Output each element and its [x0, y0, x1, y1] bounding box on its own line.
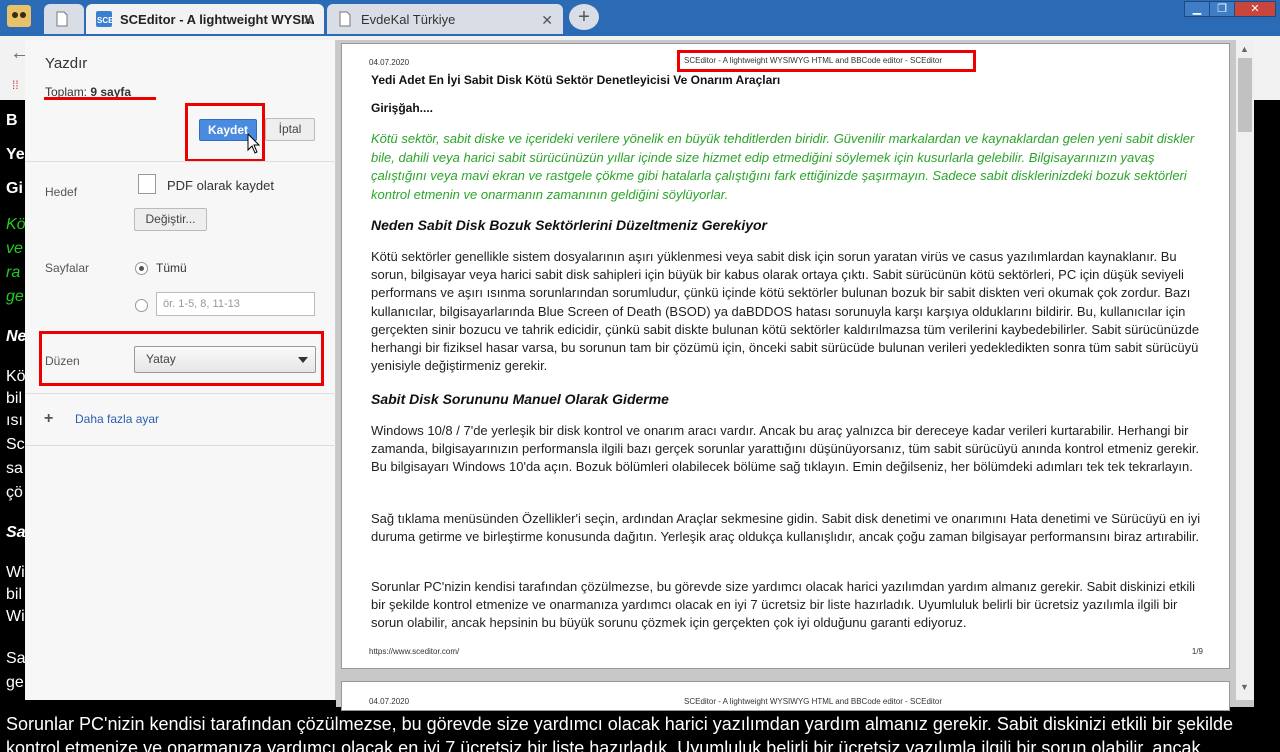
tab-label: SCEditor - A lightweight WYSIWYG	[120, 11, 314, 27]
preview-heading: Neden Sabit Disk Bozuk Sektörlerini Düze…	[371, 217, 767, 233]
page-fragment: ısı	[6, 412, 23, 429]
page-fragment: bil	[6, 586, 23, 603]
sceditor-icon: SCE	[96, 11, 112, 27]
close-tab-icon[interactable]: ✕	[302, 12, 314, 29]
change-destination-button[interactable]: Değiştir...	[134, 208, 207, 231]
layout-value: Yatay	[146, 352, 176, 366]
more-settings-link[interactable]: Daha fazla ayar	[75, 412, 159, 426]
scroll-down-icon[interactable]: ▼	[1240, 682, 1249, 692]
preview-paragraph: Kötü sektörler genellikle sistem dosyala…	[371, 249, 1200, 374]
page-fragment: Kö	[6, 368, 26, 385]
maximize-button[interactable]: ❐	[1209, 1, 1235, 17]
plus-icon[interactable]: +	[44, 410, 53, 428]
preview-paragraph: Sağ tıklama menüsünden Özellikler'i seçi…	[371, 511, 1201, 545]
preview-green-text: Kötü sektör, sabit diske ve içerideki ve…	[371, 131, 1195, 202]
page-icon	[56, 11, 68, 27]
layout-label: Düzen	[45, 354, 80, 368]
page-fragment: ge	[6, 288, 24, 305]
page-left-strip: B Ye Gi Kö ve ra ge Ne Kö bil ısı Sc sa …	[0, 100, 27, 707]
preview-title: Yedi Adet En İyi Sabit Disk Kötü Sektör …	[371, 73, 781, 87]
cancel-button[interactable]: İptal	[265, 118, 315, 141]
pages-range-radio[interactable]	[135, 299, 148, 312]
preview-header: SCEditor - A lightweight WYSIWYG HTML an…	[684, 697, 943, 706]
page-fragment: B	[6, 112, 18, 129]
pages-range-input[interactable]: ör. 1-5, 8, 11-13	[156, 292, 315, 316]
page-fragment: ve	[6, 240, 23, 257]
preview-page: 04.07.2020 SCEditor - A lightweight WYSI…	[341, 43, 1230, 669]
app-menu-icon[interactable]	[7, 5, 31, 27]
close-window-button[interactable]: ✕	[1234, 1, 1276, 17]
pages-all-label: Tümü	[156, 261, 187, 275]
tab-label: EvdeKal Türkiye	[361, 11, 456, 27]
preview-page-2: 04.07.2020 SCEditor - A lightweight WYSI…	[341, 681, 1230, 711]
app-eye-icon	[20, 12, 26, 18]
print-settings-panel: Yazdır Toplam: 9 sayfa Kaydet İptal Hede…	[25, 40, 336, 700]
scroll-thumb[interactable]	[1238, 58, 1252, 132]
mouse-cursor-icon	[247, 133, 261, 154]
preview-paragraph: Sorunlar PC'nizin kendisi tarafından çöz…	[371, 579, 1196, 631]
chevron-down-icon	[298, 357, 308, 363]
page-fragment: ge	[6, 674, 24, 691]
preview-header: SCEditor - A lightweight WYSIWYG HTML an…	[684, 56, 943, 65]
tab-evdekal[interactable]: EvdeKal Türkiye ✕	[327, 4, 563, 34]
destination-value: PDF olarak kaydet	[167, 178, 274, 193]
preview-page-number: 1/9	[1191, 647, 1203, 656]
pdf-file-icon	[138, 174, 156, 194]
preview-scrollbar[interactable]: ▲ ▼	[1236, 40, 1254, 700]
svg-text:SCE: SCE	[97, 16, 112, 25]
page-fragment: Gi	[6, 180, 23, 197]
preview-date: 04.07.2020	[369, 58, 410, 67]
minimize-button[interactable]: ▁	[1184, 1, 1210, 17]
page-fragment: ra	[6, 264, 21, 281]
page-text-line: kontrol etmenize ve onarmanıza yardımcı …	[6, 738, 1201, 752]
page-fragment: bil	[6, 390, 23, 407]
page-fragment: sa	[6, 460, 23, 477]
page-fragment: Sc	[6, 436, 25, 453]
pages-all-radio[interactable]	[135, 262, 148, 275]
divider	[25, 393, 336, 394]
page-fragment: Kö	[6, 216, 26, 233]
close-tab-icon[interactable]: ✕	[541, 12, 553, 29]
preview-paragraph: Windows 10/8 / 7'de yerleşik bir disk ko…	[371, 423, 1200, 475]
page-icon	[339, 11, 351, 27]
divider	[25, 445, 336, 446]
page-fragment: Sa	[6, 650, 26, 667]
preview-footer-url: https://www.sceditor.com/	[369, 647, 460, 656]
scroll-up-icon[interactable]: ▲	[1240, 44, 1249, 54]
page-fragment: Sa	[6, 524, 26, 541]
divider	[25, 161, 336, 162]
pages-label: Sayfalar	[45, 261, 90, 275]
tab-sceditor[interactable]: SCE SCEditor - A lightweight WYSIWYG ✕	[86, 4, 324, 34]
layout-select[interactable]: Yatay	[134, 346, 316, 373]
page-text-line: Sorunlar PC'nizin kendisi tarafından çöz…	[6, 714, 1233, 734]
preview-heading: Sabit Disk Sorununu Manuel Olarak Giderm…	[371, 391, 669, 407]
tab-blank[interactable]	[44, 4, 84, 34]
annotation-underline	[44, 97, 156, 100]
preview-date: 04.07.2020	[369, 697, 410, 706]
destination-label: Hedef	[45, 185, 78, 199]
page-fragment: Ne	[6, 328, 27, 345]
new-tab-button[interactable]: +	[569, 4, 599, 30]
apps-icon[interactable]: ⁞⁞	[12, 78, 19, 92]
app-eye-icon	[12, 12, 18, 18]
print-title: Yazdır	[45, 55, 88, 72]
page-right-strip	[1254, 100, 1280, 707]
page-bottom-text: Sorunlar PC'nizin kendisi tarafından çöz…	[0, 707, 1280, 752]
print-preview-area: 04.07.2020 SCEditor - A lightweight WYSI…	[336, 40, 1254, 711]
page-fragment: Ye	[6, 146, 25, 163]
page-fragment: Wi	[6, 564, 25, 581]
page-fragment: çö	[6, 484, 23, 501]
tab-strip: SCE SCEditor - A lightweight WYSIWYG ✕ E…	[0, 0, 1280, 36]
page-fragment: Wi	[6, 608, 25, 625]
preview-intro: Girişğah....	[371, 101, 434, 115]
